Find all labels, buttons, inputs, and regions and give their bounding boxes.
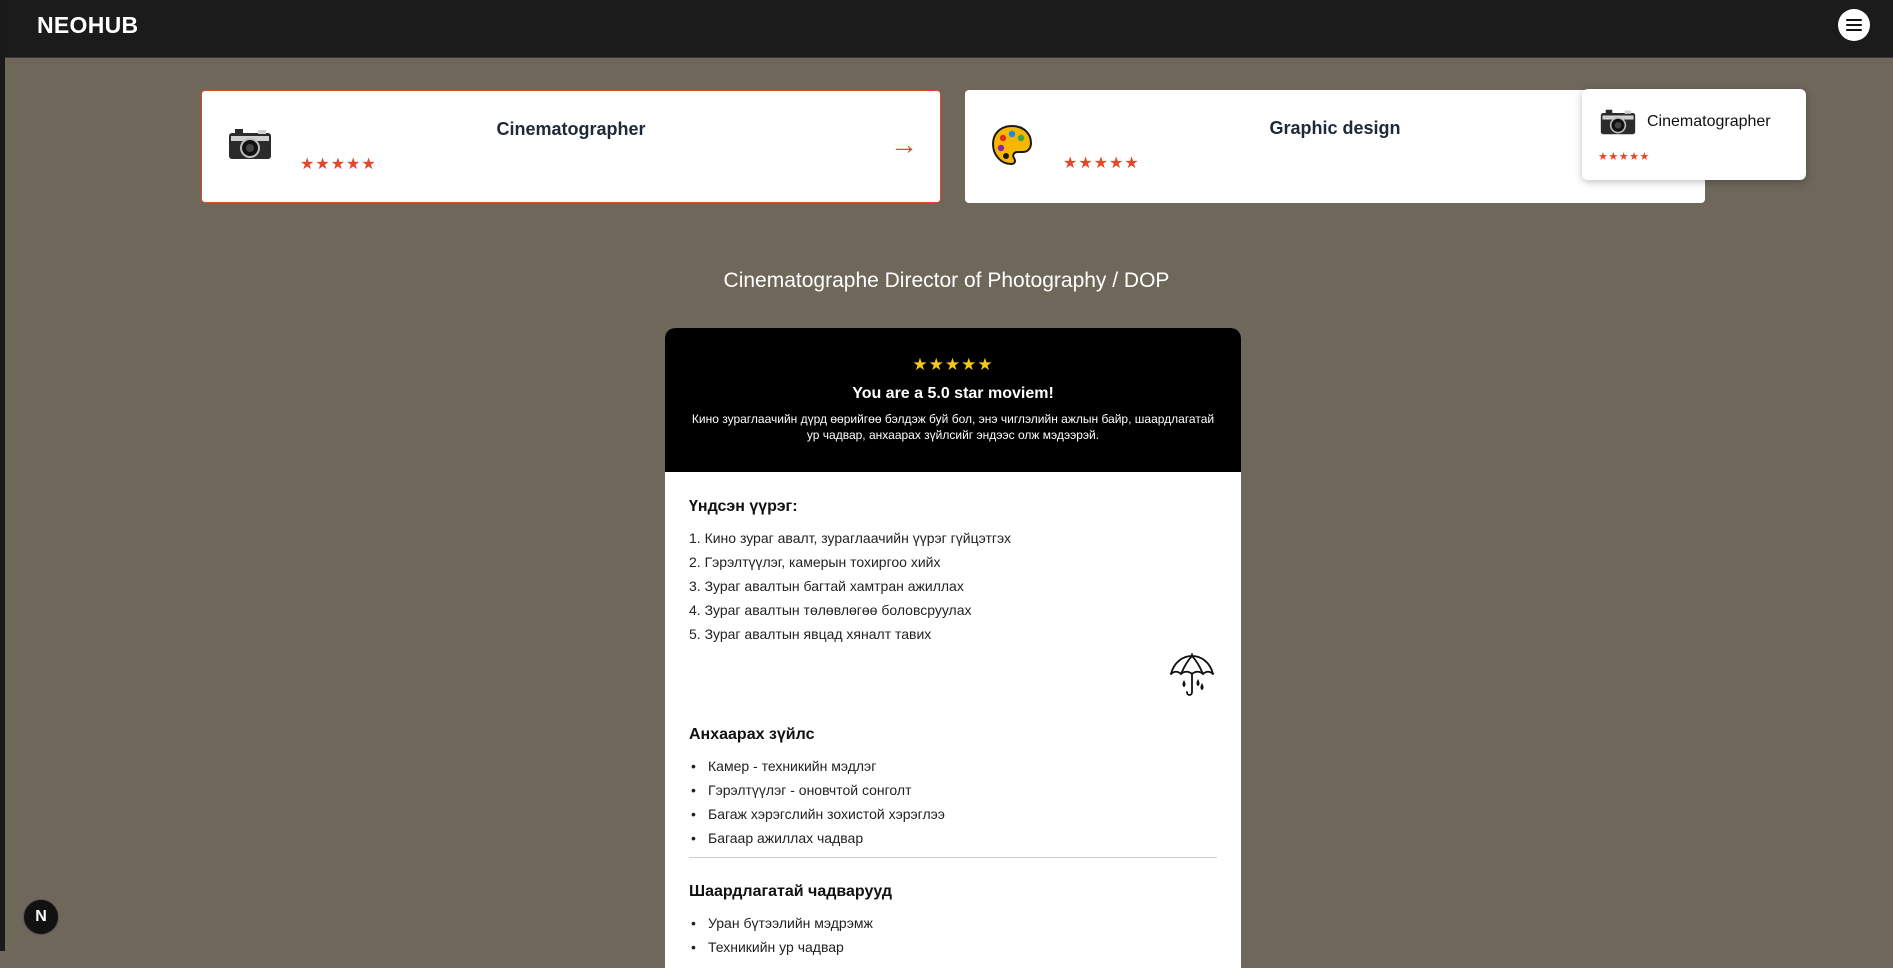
left-edge-strip	[0, 0, 5, 951]
detail-rating-stars: ★★★★★	[912, 355, 994, 374]
skills-list: Уран бүтээлийн мэдрэмж Техникийн ур чадв…	[689, 911, 873, 959]
section-divider	[689, 857, 1217, 858]
selected-career-popup[interactable]: Cinematographer ★★★★★	[1582, 89, 1806, 180]
umbrella-icon	[1168, 652, 1216, 705]
top-navbar: NEOHUB	[5, 0, 1893, 58]
list-item: 1. Кино зураг авалт, зураглаачийн үүрэг …	[689, 530, 1011, 546]
camera-icon	[1600, 108, 1636, 141]
detail-description: Кино зураглаачийн дүрд өөрийгөө бэлдэж б…	[691, 412, 1215, 442]
brand-logo[interactable]: NEOHUB	[37, 12, 138, 39]
card-rating-stars: ★★★★★	[300, 156, 377, 173]
card-title: Cinematographer	[496, 119, 646, 139]
card-rating-stars: ★★★★★	[1063, 155, 1140, 172]
menu-line	[1846, 24, 1862, 26]
skills-heading: Шаардлагатай чадварууд	[689, 883, 893, 900]
list-item: Багаж хэрэгслийн зохистой хэрэглээ	[689, 802, 945, 826]
list-item: Камер - техникийн мэдлэг	[689, 754, 945, 778]
detail-header: ★★★★★ You are a 5.0 star moviem! Кино зу…	[665, 328, 1241, 472]
career-card-cinematographer[interactable]: Cinematographer ★★★★★ →	[201, 90, 941, 203]
list-item: 4. Зураг авалтын төлөвлөгөө боловсруулах	[689, 602, 972, 618]
main-role-heading: Үндсэн үүрэг:	[689, 498, 798, 515]
section-title: Cinematographe Director of Photography /…	[723, 269, 1170, 292]
list-item: 3. Зураг авалтын багтай хамтран ажиллах	[689, 578, 964, 594]
menu-line	[1846, 19, 1862, 21]
detail-headline: You are a 5.0 star moviem!	[852, 385, 1054, 402]
list-item: Техникийн ур чадвар	[689, 935, 873, 959]
popup-rating-stars: ★★★★★	[1598, 151, 1650, 163]
nextjs-dev-badge[interactable]: N	[23, 899, 59, 935]
list-item: 5. Зураг авалтын явцад хяналт тавих	[689, 626, 932, 642]
attention-list: Камер - техникийн мэдлэг Гэрэлтүүлэг - о…	[689, 754, 945, 850]
popup-label: Cinematographer	[1647, 113, 1771, 130]
menu-line	[1846, 29, 1862, 31]
attention-heading: Анхаарах зүйлс	[689, 726, 815, 743]
list-item: Уран бүтээлийн мэдрэмж	[689, 911, 873, 935]
list-item: Багаар ажиллах чадвар	[689, 826, 945, 850]
list-item: Гэрэлтүүлэг - оновчтой сонголт	[689, 778, 945, 802]
list-item: 2. Гэрэлтүүлэг, камерын тохиргоо хийх	[689, 554, 941, 570]
career-detail-panel: ★★★★★ You are a 5.0 star moviem! Кино зу…	[665, 328, 1241, 968]
card-arrow-icon[interactable]: →	[890, 131, 918, 159]
hamburger-menu-icon[interactable]	[1838, 9, 1870, 41]
main-role-list: 1. Кино зураг авалт, зураглаачийн үүрэг …	[689, 526, 1011, 646]
